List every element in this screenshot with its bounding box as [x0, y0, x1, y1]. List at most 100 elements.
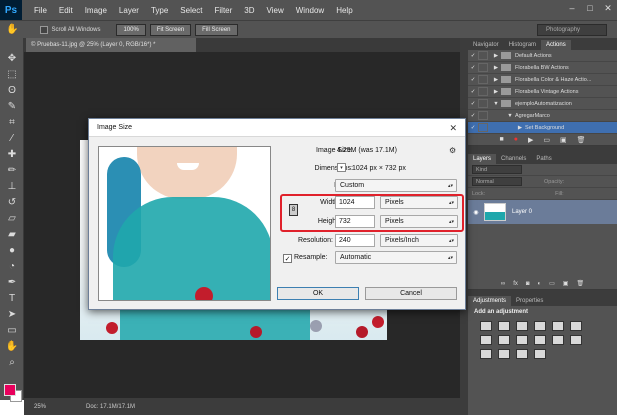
expand-arrow-icon[interactable]: ▶ [491, 65, 501, 71]
menu-image[interactable]: Image [79, 6, 113, 15]
expand-arrow-icon[interactable]: ▶ [491, 53, 501, 59]
dialog-toggle-box[interactable] [478, 51, 488, 60]
dimensions-dropdown-icon[interactable]: ▾ [337, 163, 346, 172]
lasso-tool-icon[interactable]: ʘ [0, 82, 24, 98]
eye-icon[interactable]: ◉ [468, 209, 484, 216]
zoom-tool-icon[interactable]: ⌕ [0, 354, 24, 370]
minimize-button[interactable]: – [563, 0, 581, 16]
exposure-icon[interactable] [534, 321, 546, 331]
eyedropper-tool-icon[interactable]: ⁄ [0, 130, 24, 146]
checkmark-icon[interactable]: ✓ [468, 89, 478, 95]
close-window-button[interactable]: ✕ [599, 0, 617, 16]
fit-to-dropdown[interactable]: Custom ▴▾ [335, 179, 457, 192]
resolution-input[interactable]: 240 [335, 234, 375, 247]
posterize-icon[interactable] [480, 349, 492, 359]
brush-tool-icon[interactable]: ✏ [0, 162, 24, 178]
tab-properties[interactable]: Properties [511, 296, 548, 306]
scroll-all-checkbox[interactable] [40, 25, 49, 34]
maximize-button[interactable]: □ [581, 0, 599, 16]
image-preview[interactable] [98, 146, 271, 301]
action-row[interactable]: ✓ ▶ Florabella Vintage Actions [468, 86, 617, 98]
selective-color-icon[interactable] [516, 349, 528, 359]
eraser-tool-icon[interactable]: ▱ [0, 210, 24, 226]
photo-filter-icon[interactable] [516, 335, 528, 345]
dialog-toggle-box[interactable] [478, 99, 488, 108]
color-lookup-icon[interactable] [552, 335, 564, 345]
menu-window[interactable]: Window [290, 6, 330, 15]
expand-arrow-icon[interactable]: ▶ [491, 89, 501, 95]
type-tool-icon[interactable]: T [0, 290, 24, 306]
brightness-icon[interactable] [480, 321, 492, 331]
zoom-level[interactable]: 25% [34, 404, 46, 410]
dialog-toggle-box[interactable] [478, 63, 488, 72]
resolution-unit-dropdown[interactable]: Pixels/Inch ▴▾ [380, 234, 458, 247]
tab-histogram[interactable]: Histogram [504, 40, 541, 50]
action-row[interactable]: ✓ ▼ AgregarMarco [468, 110, 617, 122]
blur-tool-icon[interactable]: ● [0, 242, 24, 258]
checkmark-icon[interactable]: ✓ [468, 125, 478, 131]
threshold-icon[interactable] [498, 349, 510, 359]
tab-layers[interactable]: Layers [468, 154, 497, 164]
move-tool-icon[interactable]: ✥ [0, 50, 24, 66]
marquee-tool-icon[interactable]: ⬚ [0, 66, 24, 82]
hand-tool-icon[interactable]: ✋ [0, 338, 24, 354]
group-icon[interactable]: ▭ [549, 280, 555, 287]
history-brush-icon[interactable]: ↺ [0, 194, 24, 210]
hsl-icon[interactable] [570, 321, 582, 331]
path-select-icon[interactable]: ➤ [0, 306, 24, 322]
menu-edit[interactable]: Edit [53, 6, 79, 15]
expand-arrow-icon[interactable]: ▶ [491, 77, 501, 83]
document-tab[interactable]: © Pruebas-11.jpg @ 25% (Layer 0, RGB/16*… [26, 38, 196, 52]
curves-icon[interactable] [516, 321, 528, 331]
checkmark-icon[interactable]: ✓ [468, 65, 478, 71]
link-icon[interactable]: ∞ [501, 281, 505, 287]
new-action-icon[interactable]: ▣ [560, 136, 567, 144]
healing-tool-icon[interactable]: ✚ [0, 146, 24, 162]
menu-help[interactable]: Help [330, 6, 358, 15]
menu-type[interactable]: Type [145, 6, 174, 15]
dialog-toggle-box[interactable] [478, 123, 488, 132]
action-row[interactable]: ✓ ▼ ejemploAutomatizacion [468, 98, 617, 110]
new-layer-icon[interactable]: ▣ [563, 280, 569, 287]
action-row[interactable]: ✓ ▶ Set Background [468, 122, 617, 134]
crop-tool-icon[interactable]: ⌗ [0, 114, 24, 130]
resample-checkbox[interactable]: ✓ [283, 254, 292, 263]
checkmark-icon[interactable]: ✓ [468, 113, 478, 119]
record-icon[interactable]: ● [514, 136, 518, 143]
gradient-tool-icon[interactable]: ▰ [0, 226, 24, 242]
workspace-dropdown[interactable]: Photography [537, 24, 607, 36]
channel-mixer-icon[interactable] [534, 335, 546, 345]
tab-actions[interactable]: Actions [541, 40, 571, 50]
menu-filter[interactable]: Filter [209, 6, 239, 15]
expand-arrow-icon[interactable]: ▼ [491, 101, 501, 107]
dialog-toggle-box[interactable] [478, 75, 488, 84]
fx-icon[interactable]: fx [513, 281, 518, 287]
play-icon[interactable]: ▶ [528, 136, 533, 144]
tab-adjustments[interactable]: Adjustments [468, 296, 512, 306]
vibrance-icon[interactable] [552, 321, 564, 331]
adjustment-icon[interactable]: ◐ [537, 281, 541, 287]
foreground-color-swatch[interactable] [4, 384, 16, 396]
resample-dropdown[interactable]: Automatic ▴▾ [335, 251, 457, 264]
menu-view[interactable]: View [261, 6, 290, 15]
mask-icon[interactable]: ◙ [526, 281, 530, 287]
expand-arrow-icon[interactable]: ▼ [505, 113, 515, 119]
levels-icon[interactable] [498, 321, 510, 331]
checkmark-icon[interactable]: ✓ [468, 101, 478, 107]
cancel-button[interactable]: Cancel [365, 287, 457, 300]
layer-row[interactable]: ◉ Layer 0 [468, 200, 617, 224]
stop-icon[interactable]: ■ [500, 136, 504, 143]
layer-kind-filter[interactable]: Kind [472, 165, 522, 174]
close-icon[interactable]: ✕ [449, 123, 457, 134]
blend-mode-dropdown[interactable]: Normal [472, 177, 522, 186]
invert-icon[interactable] [570, 335, 582, 345]
menu-3d[interactable]: 3D [238, 6, 260, 15]
dodge-tool-icon[interactable]: ◔ [0, 258, 24, 274]
checkmark-icon[interactable]: ✓ [468, 77, 478, 83]
tab-channels[interactable]: Channels [496, 154, 531, 164]
tab-paths[interactable]: Paths [531, 154, 556, 164]
fit-screen-button[interactable]: Fit Screen [149, 23, 192, 36]
dialog-toggle-box[interactable] [478, 87, 488, 96]
stamp-tool-icon[interactable]: ⊥ [0, 178, 24, 194]
action-row[interactable]: ✓ ▶ Florabella BW Actions [468, 62, 617, 74]
